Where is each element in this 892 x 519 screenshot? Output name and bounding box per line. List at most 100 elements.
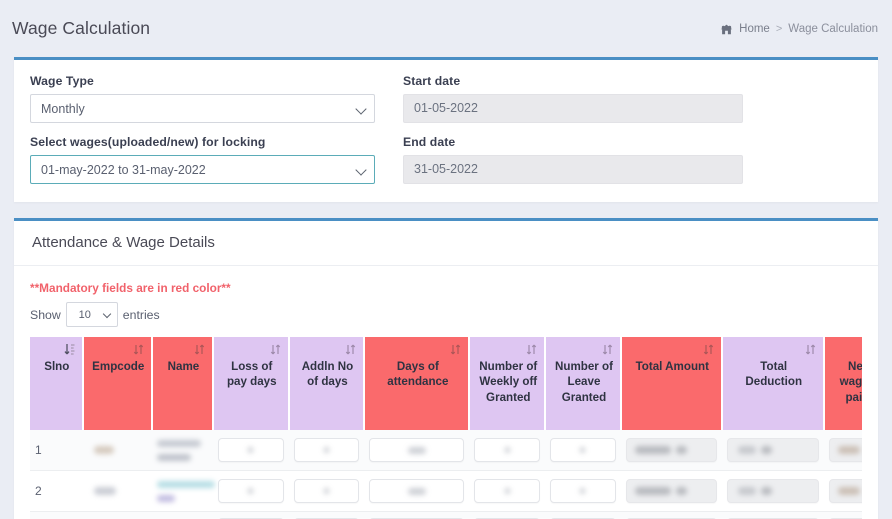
column-label: Loss of pay days (226, 360, 277, 389)
breadcrumb-current: Wage Calculation (788, 22, 878, 35)
redacted-value (580, 488, 586, 494)
wage-type-field: Wage Type Monthly (30, 74, 375, 123)
entries-per-page-select[interactable]: 10 (65, 302, 118, 327)
column-header-number-of-leave-granted[interactable]: Number of Leave Granted (545, 337, 622, 430)
attendance-wage-card-body: **Mandatory fields are in red color** Sh… (14, 266, 878, 519)
attendance-wage-card-header: Attendance & Wage Details (14, 221, 878, 266)
column-header-loss-of-pay-days[interactable]: Loss of pay days (212, 337, 290, 430)
redacted-value (323, 488, 329, 494)
leave-granted-input[interactable] (550, 479, 616, 503)
addln-no-of-days-input[interactable] (293, 479, 360, 503)
column-header-number-of-weekly-off-granted[interactable]: Number of Weekly off Granted (469, 337, 547, 430)
sort-neutral-icon[interactable] (526, 343, 537, 356)
breadcrumb-home[interactable]: Home (739, 23, 770, 35)
wage-lock-select[interactable]: 01-may-2022 to 31-may-2022 (30, 155, 375, 184)
sort-neutral-icon[interactable] (133, 343, 144, 356)
weekly-off-granted-input[interactable] (474, 479, 541, 503)
length-suffix-label: entries (122, 307, 160, 322)
total-amount-input[interactable] (625, 479, 717, 503)
column-header-name[interactable]: Name (151, 337, 214, 430)
total-amount-input[interactable] (625, 438, 717, 462)
redacted-value (837, 446, 860, 454)
cell-name (151, 430, 213, 471)
sort-neutral-icon[interactable] (345, 343, 356, 356)
cell-days-of-attendance (364, 430, 470, 471)
start-date-input[interactable]: 01-05-2022 (403, 94, 743, 123)
column-header-days-of-attendance[interactable]: Days of attendance (364, 337, 471, 430)
column-label: Net wages paid (839, 360, 862, 404)
length-select-wrap: 10 (65, 302, 118, 327)
wage-type-label: Wage Type (30, 74, 94, 88)
page-title: Wage Calculation (12, 18, 151, 38)
column-header-net-wages-paid[interactable]: Net wages paid (823, 337, 862, 430)
redacted-value (323, 447, 329, 453)
card-title: Attendance & Wage Details (32, 234, 215, 251)
redacted-value (837, 487, 860, 495)
redacted-value (737, 487, 756, 495)
redacted-value (760, 446, 772, 454)
sort-neutral-icon[interactable] (194, 343, 205, 356)
filter-form: Wage Type Monthly Select wages(uploaded/… (30, 74, 862, 184)
attendance-wage-table: Slno Empcode Name Loss of pay days Addln… (30, 337, 862, 519)
cell-addln-no-of-days (288, 511, 365, 519)
leave-granted-input[interactable] (550, 438, 616, 462)
column-header-total-amount[interactable]: Total Amount (620, 337, 723, 430)
cell-total-deduction (721, 511, 824, 519)
net-wages-paid-input[interactable] (828, 479, 862, 503)
breadcrumb-separator: > (775, 22, 783, 35)
cell-name (151, 511, 213, 519)
sort-neutral-icon[interactable] (805, 343, 816, 356)
net-wages-paid-input[interactable] (828, 438, 862, 462)
column-header-total-deduction[interactable]: Total Deduction (721, 337, 825, 430)
length-prefix-label: Show (30, 307, 61, 322)
redacted-value (634, 446, 671, 454)
mandatory-fields-note: **Mandatory fields are in red color** (30, 281, 231, 295)
cell-slno: 3 (30, 511, 83, 519)
cell-empcode (82, 511, 152, 519)
home-icon (720, 24, 733, 35)
cell-number-of-weekly-off-granted (469, 470, 546, 512)
column-header-addln-no-of-days[interactable]: Addln No of days (288, 337, 366, 430)
cell-addln-no-of-days (288, 470, 365, 512)
column-label: Slno (44, 360, 70, 373)
total-deduction-input[interactable] (726, 438, 819, 462)
loss-of-pay-days-input[interactable] (217, 438, 284, 462)
sort-neutral-icon[interactable] (450, 343, 461, 356)
total-deduction-input[interactable] (726, 479, 819, 503)
cell-days-of-attendance (364, 511, 470, 519)
end-date-label: End date (403, 135, 456, 149)
column-label: Number of Weekly off Granted (479, 360, 538, 404)
wage-type-select[interactable]: Monthly (30, 94, 375, 123)
redacted-value (156, 495, 175, 503)
wage-lock-select-wrap: 01-may-2022 to 31-may-2022 (30, 155, 375, 184)
column-header-empcode[interactable]: Empcode (82, 337, 153, 430)
cell-number-of-leave-granted (545, 511, 621, 519)
table-row: 3 (30, 511, 862, 519)
addln-no-of-days-input[interactable] (293, 438, 360, 462)
cell-days-of-attendance (364, 470, 470, 512)
sort-asc-icon[interactable] (64, 343, 75, 356)
end-date-input[interactable]: 31-05-2022 (403, 155, 743, 184)
redacted-value (760, 487, 772, 495)
table-scroll-container[interactable]: Slno Empcode Name Loss of pay days Addln… (30, 337, 862, 519)
cell-empcode (82, 470, 152, 512)
redacted-value (634, 487, 671, 495)
sort-neutral-icon[interactable] (602, 343, 613, 356)
redacted-value (156, 481, 215, 489)
column-label: Days of attendance (387, 360, 449, 389)
redacted-value (737, 446, 756, 454)
column-header-slno[interactable]: Slno (30, 337, 84, 430)
redacted-value (407, 487, 426, 495)
column-label: Total Amount (635, 360, 709, 373)
attendance-wage-card: Attendance & Wage Details **Mandatory fi… (14, 218, 878, 519)
days-of-attendance-input[interactable] (369, 479, 465, 503)
days-of-attendance-input[interactable] (369, 438, 465, 462)
loss-of-pay-days-input[interactable] (217, 479, 284, 503)
cell-total-deduction (721, 430, 824, 471)
cell-loss-of-pay-days (212, 511, 289, 519)
sort-neutral-icon[interactable] (270, 343, 281, 356)
wage-lock-label: Select wages(uploaded/new) for locking (30, 135, 266, 149)
weekly-off-granted-input[interactable] (474, 438, 541, 462)
end-date-field: End date 31-05-2022 (403, 135, 743, 184)
sort-neutral-icon[interactable] (703, 343, 714, 356)
